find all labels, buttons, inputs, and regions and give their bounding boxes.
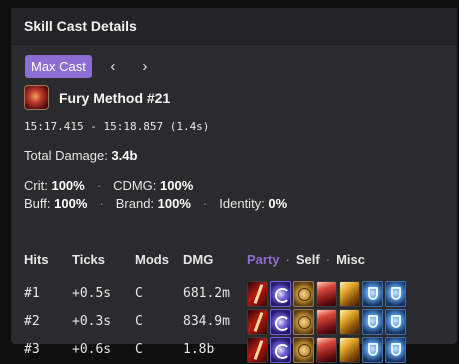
cdmg-label: CDMG: xyxy=(113,178,157,193)
swirl-buff-icon[interactable] xyxy=(270,337,291,363)
coin-buff-icon[interactable] xyxy=(293,281,314,307)
separator: · xyxy=(99,196,104,211)
crit-label: Crit: xyxy=(24,178,48,193)
max-cast-button[interactable]: Max Cast xyxy=(25,55,92,78)
hit-mods: C xyxy=(135,286,143,301)
blood-buff-icon[interactable] xyxy=(316,337,337,363)
hit-mods: C xyxy=(135,342,143,357)
header-ticks: Ticks xyxy=(72,252,106,267)
brand-value: 100% xyxy=(157,196,191,211)
hit-tick: +0.6s xyxy=(72,342,112,357)
buff-icons xyxy=(247,309,408,335)
separator: · xyxy=(96,178,102,193)
tab-self[interactable]: Self xyxy=(296,252,320,267)
hit-damage: 834.9m xyxy=(183,314,230,329)
hit-mods: C xyxy=(135,314,143,329)
sword-buff-icon[interactable] xyxy=(247,337,268,363)
fury-method-icon xyxy=(24,85,49,110)
sword-buff-icon[interactable] xyxy=(247,281,268,307)
hit-number: #2 xyxy=(24,314,40,329)
total-damage-value: 3.4b xyxy=(111,148,138,163)
tab-separator: · xyxy=(285,252,290,267)
sword-buff-icon[interactable] xyxy=(247,309,268,335)
swirl-buff-icon[interactable] xyxy=(270,281,291,307)
header-dmg: DMG xyxy=(183,252,214,267)
buff-icons xyxy=(247,337,408,363)
skill-name: Fury Method #21 xyxy=(59,89,171,106)
buff-icons xyxy=(247,281,408,307)
blood-buff-icon[interactable] xyxy=(316,281,337,307)
blood-buff-icon[interactable] xyxy=(316,309,337,335)
hit-number: #1 xyxy=(24,286,40,301)
coin-buff-icon[interactable] xyxy=(293,309,314,335)
hit-damage: 1.8b xyxy=(183,342,215,357)
shield-buff-icon[interactable] xyxy=(362,309,383,335)
brand-label: Brand: xyxy=(115,196,155,211)
header-mods: Mods xyxy=(135,252,169,267)
panel-title: Skill Cast Details xyxy=(24,18,137,34)
hit-number: #3 xyxy=(24,342,40,357)
shield-buff-icon[interactable] xyxy=(362,281,383,307)
buff-filter-tabs: Party · Self · Misc xyxy=(247,252,365,267)
shield-buff-icon[interactable] xyxy=(385,337,406,363)
identity-value: 0% xyxy=(268,196,288,211)
tab-separator: · xyxy=(325,252,331,267)
tab-misc[interactable]: Misc xyxy=(336,252,365,267)
chevron-right-icon[interactable]: › xyxy=(134,58,156,75)
total-damage: Total Damage: 3.4b xyxy=(24,148,137,163)
total-damage-label: Total Damage: xyxy=(24,148,108,163)
crit-value: 100% xyxy=(51,178,85,193)
stats-line-2: Buff: 100% · Brand: 100% · Identity: 0% xyxy=(24,196,287,211)
separator: · xyxy=(202,196,208,211)
tab-party[interactable]: Party xyxy=(247,252,280,267)
hit-damage: 681.2m xyxy=(183,286,230,301)
table-row: #1 +0.5s C 681.2m xyxy=(24,281,444,308)
stats-line-1: Crit: 100% · CDMG: 100% xyxy=(24,178,193,193)
gold-buff-icon[interactable] xyxy=(339,337,360,363)
hit-tick: +0.5s xyxy=(72,286,112,301)
cast-time-range: 15:17.415 - 15:18.857 (1.4s) xyxy=(24,120,210,133)
header-hits: Hits xyxy=(24,252,49,267)
hit-tick: +0.3s xyxy=(72,314,112,329)
gold-buff-icon[interactable] xyxy=(339,309,360,335)
swirl-buff-icon[interactable] xyxy=(270,309,291,335)
identity-label: Identity: xyxy=(219,196,265,211)
shield-buff-icon[interactable] xyxy=(385,309,406,335)
shield-buff-icon[interactable] xyxy=(385,281,406,307)
table-row: #2 +0.3s C 834.9m xyxy=(24,309,444,336)
buff-label: Buff: xyxy=(24,196,51,211)
shield-buff-icon[interactable] xyxy=(362,337,383,363)
cdmg-value: 100% xyxy=(160,178,194,193)
skill-heading: Fury Method #21 xyxy=(24,85,170,110)
buff-value: 100% xyxy=(54,196,88,211)
chevron-left-icon[interactable]: ‹ xyxy=(102,58,124,75)
coin-buff-icon[interactable] xyxy=(293,337,314,363)
gold-buff-icon[interactable] xyxy=(339,281,360,307)
panel-header: Skill Cast Details xyxy=(11,8,457,45)
hits-table-header: Hits Ticks Mods DMG Party · Self · Misc xyxy=(24,252,444,272)
skill-cast-details-panel: Skill Cast Details Max Cast ‹ › Fury Met… xyxy=(11,8,457,363)
cast-navigation: Max Cast ‹ › xyxy=(25,55,156,78)
